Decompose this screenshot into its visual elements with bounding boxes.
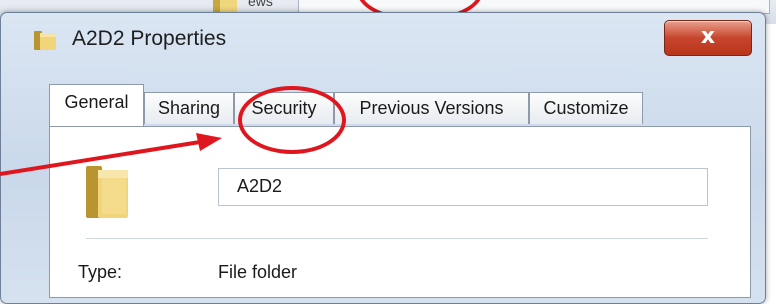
type-value: File folder <box>218 262 298 282</box>
folder-icon <box>34 31 56 50</box>
tab-general[interactable]: General <box>49 84 144 126</box>
window-title: A2D2 Properties <box>72 27 227 50</box>
folder-icon <box>86 166 128 218</box>
type-label: Type: <box>78 262 123 282</box>
general-tab-panel <box>49 126 751 298</box>
divider <box>86 238 708 239</box>
tab-sharing[interactable]: Sharing <box>144 92 234 124</box>
folder-name-field[interactable]: A2D2 <box>218 168 708 206</box>
background-list-text: ews <box>248 0 273 9</box>
tab-previous-versions[interactable]: Previous Versions <box>334 92 529 124</box>
tab-customize[interactable]: Customize <box>529 92 643 124</box>
close-icon: x <box>700 24 716 49</box>
tab-security[interactable]: Security <box>234 92 334 124</box>
close-button[interactable]: x <box>664 20 752 56</box>
